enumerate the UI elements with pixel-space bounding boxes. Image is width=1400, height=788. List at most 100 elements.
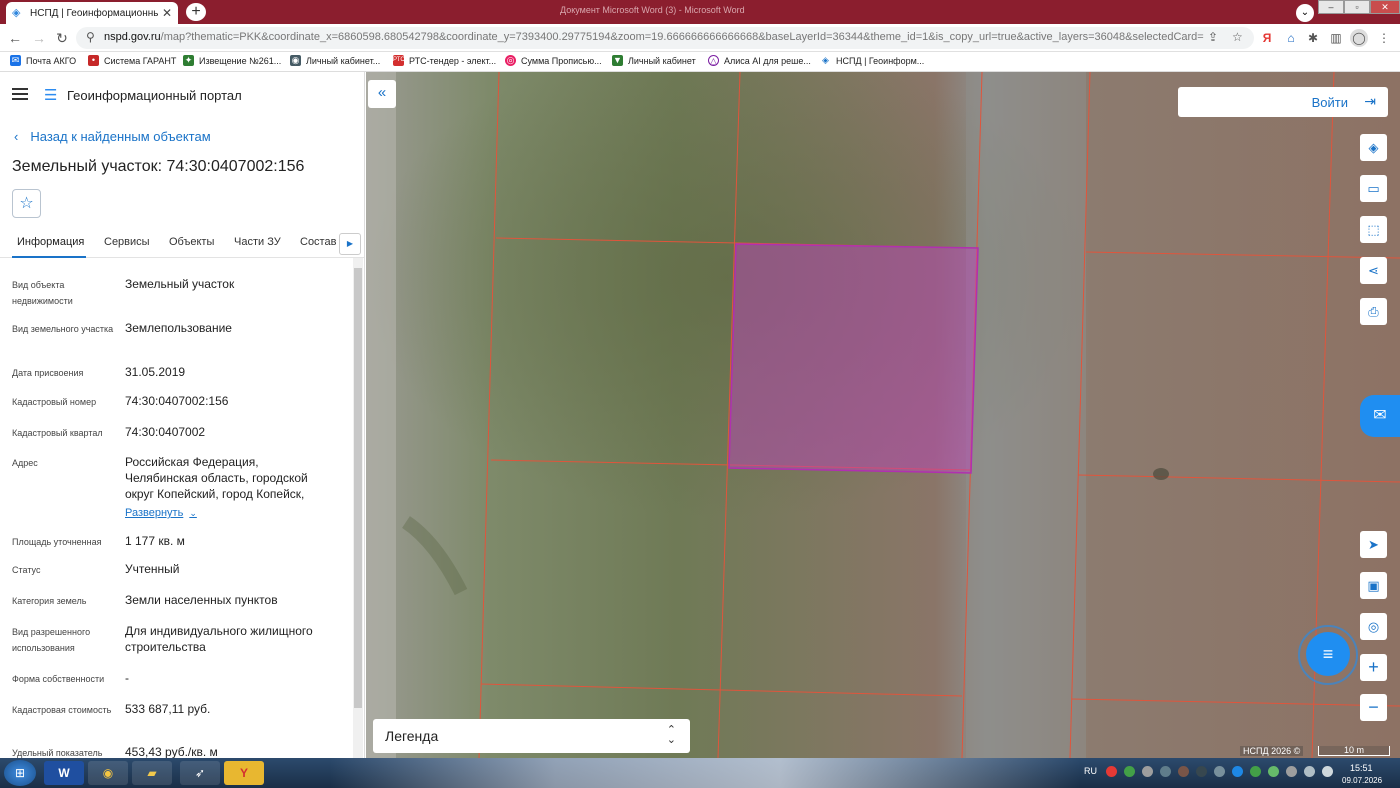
tab-information[interactable]: Информация <box>17 236 84 248</box>
bookmark-item[interactable]: РТС РТС-тендер - элект... <box>393 55 496 66</box>
bookmark-item[interactable]: △ Алиса AI для реше... <box>708 55 811 66</box>
clock-date[interactable]: 09.07.2026 <box>1342 776 1382 785</box>
reload-icon[interactable]: ↻ <box>53 29 71 47</box>
back-to-results-link[interactable]: ‹ Назад к найденным объектам <box>14 129 211 144</box>
new-tab-button[interactable]: + <box>186 3 206 21</box>
row-label: Вид разрешенного использования <box>12 627 91 653</box>
portal-logo-icon[interactable]: ☰ <box>44 86 57 104</box>
bookmark-item[interactable]: ◉ Личный кабинет... <box>290 55 380 66</box>
profile-avatar-icon[interactable]: ◯ <box>1350 29 1368 47</box>
volume-tray-icon[interactable] <box>1322 766 1333 777</box>
row-label: Адрес <box>12 458 38 468</box>
close-tab-icon[interactable]: ✕ <box>162 6 172 20</box>
taskbar-word[interactable]: W <box>44 761 84 785</box>
antivirus-tray-icon[interactable] <box>1250 766 1261 777</box>
taskbar-explorer[interactable]: ▰ <box>132 761 172 785</box>
tabs-scroll-right-button[interactable]: ▶ <box>339 233 361 255</box>
storage-tray-icon[interactable] <box>1178 766 1189 777</box>
collapse-sidebar-button[interactable]: « <box>368 80 396 108</box>
tab-objects[interactable]: Объекты <box>169 236 214 248</box>
browser-tab[interactable]: ◈ НСПД | Геоинформационный п ✕ <box>6 2 178 24</box>
tab-parcel-parts[interactable]: Части ЗУ <box>234 236 281 248</box>
network-tray-icon[interactable] <box>1214 766 1225 777</box>
close-window-button[interactable]: ✕ <box>1370 0 1400 14</box>
signal-tray-icon[interactable] <box>1304 766 1315 777</box>
left-road-strip <box>366 72 396 758</box>
row-value: 74:30:0407002:156 <box>125 394 229 408</box>
sync-tray-icon[interactable] <box>1124 766 1135 777</box>
share-button[interactable]: ⋖ <box>1360 257 1387 284</box>
zoom-out-button[interactable]: − <box>1360 694 1387 721</box>
hamburger-menu-icon[interactable] <box>12 88 28 100</box>
bookmark-item[interactable]: ◈ НСПД | Геоинформ... <box>820 55 924 66</box>
bookmarks-bar: ✉ Почта АКГО • Система ГАРАНТ ✦ Извещение №… <box>0 52 1400 72</box>
layers-button[interactable]: ◈ <box>1360 134 1387 161</box>
legend-dropdown[interactable]: Легенда ⌃ ⌄ <box>373 719 690 753</box>
share-icon[interactable]: ⇪ <box>1208 30 1218 44</box>
favorite-star-button[interactable]: ☆ <box>12 189 41 218</box>
side-panel-icon[interactable]: ▥ <box>1327 29 1345 47</box>
expand-address-link[interactable]: Развернуть ⌄ <box>125 507 197 519</box>
whatsapp-tray-icon[interactable] <box>1268 766 1279 777</box>
row-value: 453,43 руб./кв. м <box>125 745 218 758</box>
taskbar-chrome[interactable]: ◉ <box>88 761 128 785</box>
keyboard-tray-icon[interactable] <box>1142 766 1153 777</box>
rts-icon: РТС <box>393 55 405 66</box>
yandex-extension-icon[interactable]: Я <box>1258 29 1276 47</box>
row-label: Кадастровая стоимость <box>12 705 112 715</box>
flag-tray-icon[interactable] <box>1286 766 1297 777</box>
bookmark-item[interactable]: ✉ Почта АКГО <box>10 55 76 66</box>
location-search-icon: ◎ <box>1367 619 1380 634</box>
start-button[interactable]: ⊞ <box>4 760 36 786</box>
taskbar-app[interactable]: ➶ <box>180 761 220 785</box>
window-tray-icon[interactable] <box>1196 766 1207 777</box>
map-canvas[interactable] <box>366 72 1400 758</box>
feedback-side-tab[interactable]: ✉ <box>1360 395 1400 437</box>
bookmark-item[interactable]: • Система ГАРАНТ <box>88 55 176 66</box>
scrollbar-thumb[interactable] <box>354 268 362 708</box>
search-location-button[interactable]: ◎ <box>1360 613 1387 640</box>
minimize-button[interactable]: – <box>1318 0 1344 14</box>
bookmark-label: РТС-тендер - элект... <box>409 55 497 66</box>
chat-icon: ≡ <box>1322 644 1334 664</box>
browser-menu-icon[interactable]: ⋮ <box>1375 29 1393 47</box>
selected-parcel-polygon[interactable] <box>728 243 979 474</box>
tab-composition[interactable]: Состав <box>300 236 336 248</box>
yandex-tray-icon[interactable] <box>1106 766 1117 777</box>
extensions-puzzle-icon[interactable]: ✱ <box>1304 29 1322 47</box>
forward-arrow-icon[interactable]: → <box>30 29 48 47</box>
home-extension-icon[interactable]: ⌂ <box>1282 29 1300 47</box>
print-button[interactable]: ⎙ <box>1360 298 1387 325</box>
chat-button[interactable]: ≡ <box>1306 632 1350 676</box>
portal-title[interactable]: Геоинформационный портал <box>67 88 242 103</box>
sidebar-scrollbar[interactable] <box>353 258 363 758</box>
site-info-icon[interactable]: ⚲ <box>86 30 95 44</box>
back-arrow-icon[interactable]: ← <box>6 29 24 47</box>
taskbar-yandex[interactable]: Y <box>224 761 264 785</box>
address-bar[interactable]: ⚲ nspd.gov.ru/map?thematic=PKK&coordinat… <box>76 27 1254 49</box>
tab-services[interactable]: Сервисы <box>104 236 150 248</box>
monitor-tray-icon[interactable] <box>1160 766 1171 777</box>
select-area-button[interactable]: ⬚ <box>1360 216 1387 243</box>
login-label: Войти <box>1311 95 1348 110</box>
clock-time[interactable]: 15:51 <box>1350 763 1373 773</box>
row-value: - <box>125 671 129 685</box>
input-language[interactable]: RU <box>1084 766 1097 776</box>
row-value: 31.05.2019 <box>125 365 186 379</box>
login-button[interactable]: Войти ⇥ <box>1178 87 1388 117</box>
measure-button[interactable]: ▭ <box>1360 175 1387 202</box>
bookmark-item[interactable]: ✦ Извещение №261... <box>183 55 281 66</box>
maximize-button[interactable]: ▫ <box>1344 0 1370 14</box>
bookmark-star-icon[interactable]: ☆ <box>1232 30 1243 44</box>
telegram-tray-icon[interactable] <box>1232 766 1243 777</box>
navigation-arrow-icon: ➤ <box>1368 537 1379 552</box>
minimap-button[interactable]: ▣ <box>1360 572 1387 599</box>
tab-search-button[interactable]: ⌄ <box>1296 4 1314 22</box>
bookmark-label: Личный кабинет <box>628 55 696 66</box>
mail-icon: ✉ <box>10 55 21 66</box>
my-location-button[interactable]: ➤ <box>1360 531 1387 558</box>
bookmark-item[interactable]: ▼ Личный кабинет <box>612 55 696 66</box>
zoom-in-button[interactable]: + <box>1360 654 1387 681</box>
chevron-down-icon: ⌄ <box>189 508 197 518</box>
bookmark-item[interactable]: ◎ Сумма Прописью... <box>505 55 602 66</box>
